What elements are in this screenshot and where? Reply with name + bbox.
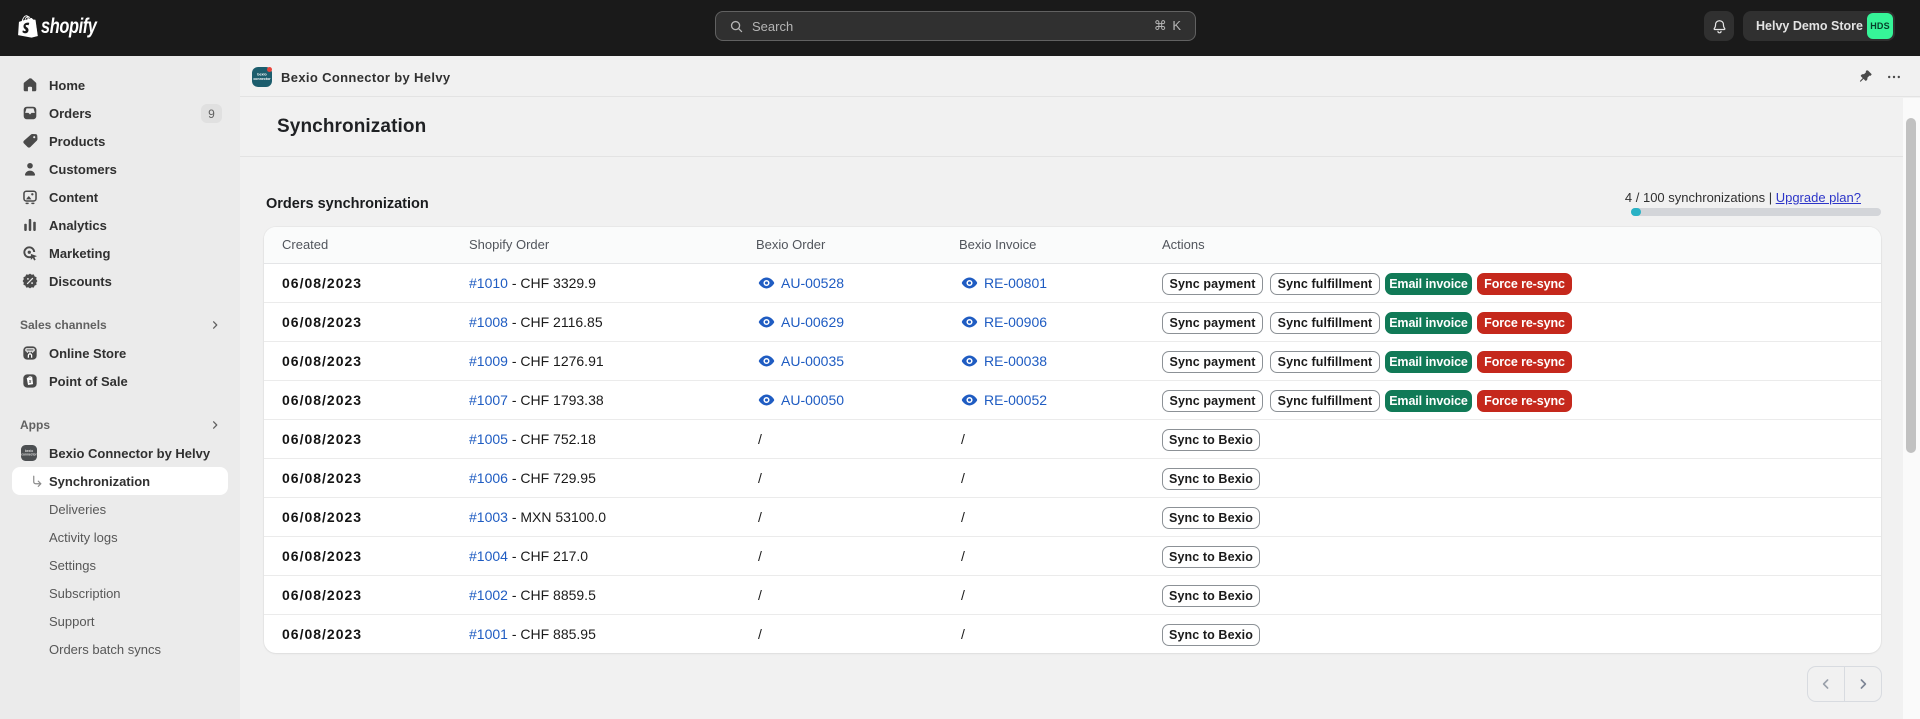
svg-text:connector: connector (253, 77, 271, 81)
svg-text:connector: connector (21, 453, 37, 457)
svg-text:s: s (29, 379, 32, 385)
